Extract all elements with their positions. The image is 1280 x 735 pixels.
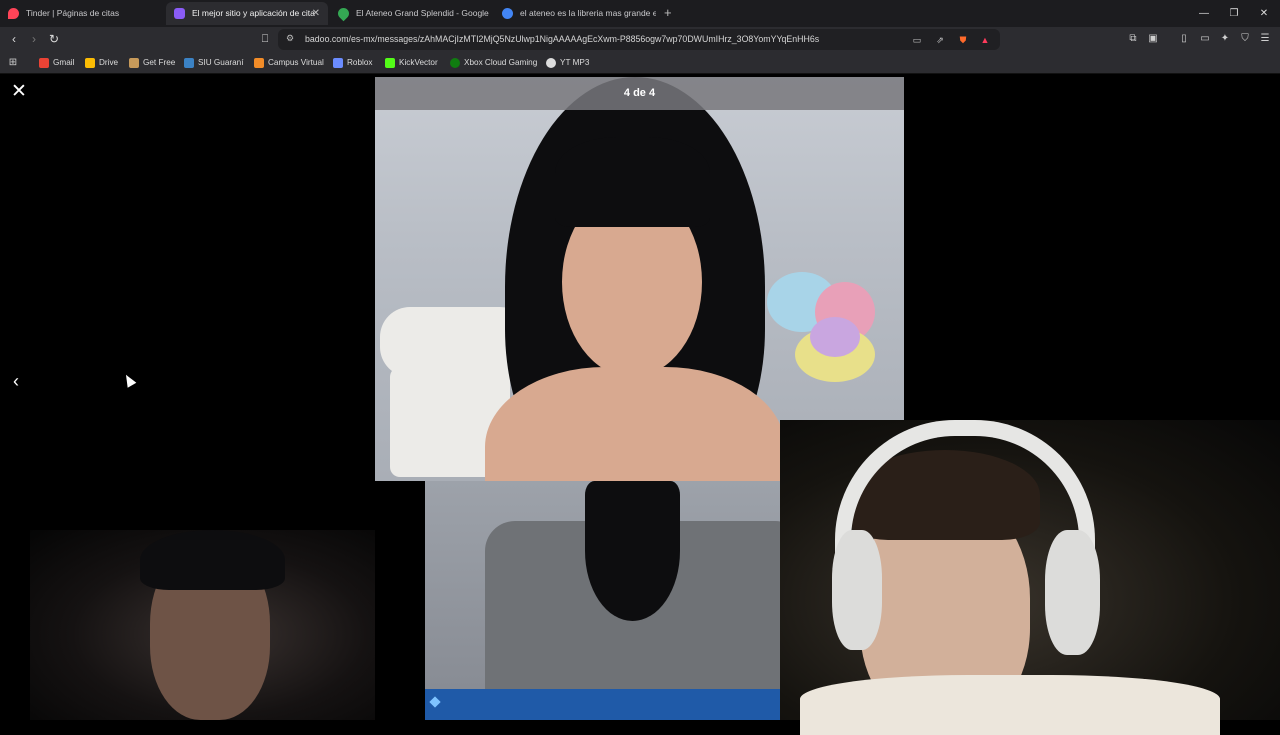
- tinder-flame-icon: [8, 8, 19, 19]
- shirt-shape: [800, 675, 1220, 735]
- reload-button[interactable]: ↻: [45, 30, 63, 48]
- minimize-icon[interactable]: —: [1189, 0, 1219, 27]
- tab-title: Tinder | Páginas de citas: [26, 8, 120, 18]
- forward-button[interactable]: ›: [25, 30, 43, 48]
- menu-icon[interactable]: ☰: [1257, 31, 1273, 47]
- ytmp3-icon: [546, 58, 556, 68]
- bookmark-label: SIU Guaraní: [198, 58, 244, 67]
- headset-earcup-shape: [1045, 530, 1100, 655]
- close-viewer-icon[interactable]: ✕: [10, 82, 28, 101]
- photo-viewer: ✕ ‹ 4 de 4: [0, 75, 1280, 735]
- headset-earcup-shape: [832, 530, 882, 650]
- cast-icon[interactable]: ▭: [910, 33, 924, 47]
- bookmark-label: YT MP3: [560, 58, 590, 67]
- plush-toy-shape: [810, 317, 860, 357]
- close-window-icon[interactable]: ✕: [1249, 0, 1279, 27]
- bangs-shape: [555, 137, 710, 227]
- extensions-icon[interactable]: ⧉: [1125, 31, 1141, 47]
- streamer-hair-shape: [140, 530, 285, 590]
- bookmark-yt-mp3[interactable]: YT MP3: [546, 52, 589, 74]
- hair-strand-shape: [585, 481, 680, 621]
- back-button[interactable]: ‹: [5, 30, 23, 48]
- webcam-left: [30, 530, 375, 720]
- bookmark-siu-guarani[interactable]: SIU Guaraní: [184, 52, 244, 74]
- tab-tinder[interactable]: Tinder | Páginas de citas: [0, 2, 164, 25]
- gmail-icon: [39, 58, 49, 68]
- brave-shields-icon[interactable]: ⛊: [956, 33, 970, 47]
- tab-strip: Tinder | Páginas de citas El mejor sitio…: [0, 0, 1280, 27]
- bookmark-drive[interactable]: Drive: [85, 52, 118, 74]
- bookmark-label: KickVector: [399, 58, 438, 67]
- tab-search-icon[interactable]: ▣: [1145, 31, 1161, 47]
- share-icon[interactable]: ⇗: [933, 33, 947, 47]
- google-icon: [502, 8, 513, 19]
- tab-title: El mejor sitio y aplicación de cita: [192, 8, 315, 18]
- webcam-right: [780, 420, 1280, 735]
- bookmark-kickvector[interactable]: KickVector: [385, 52, 438, 74]
- bookmark-label: Campus Virtual: [268, 58, 324, 67]
- gift-icon: [129, 58, 139, 68]
- maps-pin-icon: [335, 5, 352, 22]
- tab-badoo[interactable]: El mejor sitio y aplicación de cita ✕: [166, 2, 328, 25]
- tab-title: El Ateneo Grand Splendid - Google M: [356, 8, 490, 18]
- brave-rewards-icon[interactable]: ▲: [978, 33, 992, 47]
- mouse-cursor-icon: [121, 372, 137, 388]
- leo-ai-icon[interactable]: ✦: [1217, 31, 1233, 47]
- bookmark-get-free[interactable]: Get Free: [129, 52, 175, 74]
- bookmark-roblox[interactable]: Roblox: [333, 52, 373, 74]
- apps-grid-icon[interactable]: ⊞: [5, 55, 21, 71]
- drive-icon: [85, 58, 95, 68]
- address-bar[interactable]: ⚙ badoo.com/es-mx/messages/zAhMACjIzMTI2…: [278, 29, 1000, 50]
- kick-icon: [385, 58, 395, 68]
- sidebar-icon[interactable]: ▯: [1176, 31, 1192, 47]
- photo-bottom-bar: [425, 689, 805, 720]
- site-info-icon[interactable]: ⚙: [286, 33, 294, 44]
- tab-title: el ateneo es la libreria mas grande e: [520, 8, 656, 18]
- bookmark-label: Xbox Cloud Gaming: [464, 58, 538, 67]
- xbox-icon: [450, 58, 460, 68]
- bookmark-label: Drive: [99, 58, 119, 67]
- bookmark-campus-virtual[interactable]: Campus Virtual: [254, 52, 324, 74]
- bookmark-gmail[interactable]: Gmail: [39, 52, 74, 74]
- roblox-icon: [333, 58, 343, 68]
- bookmark-page-icon[interactable]: ⎕: [256, 30, 274, 48]
- url-text[interactable]: badoo.com/es-mx/messages/zAhMACjIzMTI2Mj…: [305, 29, 819, 50]
- new-tab-button[interactable]: +: [664, 2, 672, 24]
- bookmark-label: Get Free: [143, 58, 176, 67]
- photo-counter: 4 de 4: [623, 87, 656, 99]
- vpn-icon[interactable]: ⛉: [1237, 31, 1253, 47]
- badoo-icon: [174, 8, 185, 19]
- wallet-icon[interactable]: ▭: [1197, 31, 1213, 47]
- bookmark-xbox-cloud-gaming[interactable]: Xbox Cloud Gaming: [450, 52, 537, 74]
- bookmark-label: Gmail: [53, 58, 75, 67]
- browser-toolbar: ‹ › ↻ ⎕ ⚙ badoo.com/es-mx/messages/zAhMA…: [0, 27, 1280, 52]
- campus-icon: [254, 58, 264, 68]
- tab-google-maps[interactable]: El Ateneo Grand Splendid - Google M: [330, 2, 490, 25]
- restore-icon[interactable]: ❐: [1219, 0, 1249, 27]
- siu-icon: [184, 58, 194, 68]
- shoulders-shape: [485, 367, 785, 481]
- close-tab-icon[interactable]: ✕: [312, 2, 320, 25]
- bookmark-label: Roblox: [347, 58, 373, 67]
- bookmarks-bar: ⊞ Gmail Drive Get Free SIU Guaraní Campu…: [0, 52, 1280, 74]
- tab-google-search[interactable]: el ateneo es la libreria mas grande e: [494, 2, 656, 25]
- diamond-icon: [429, 696, 441, 708]
- previous-photo-button[interactable]: ‹: [8, 371, 24, 391]
